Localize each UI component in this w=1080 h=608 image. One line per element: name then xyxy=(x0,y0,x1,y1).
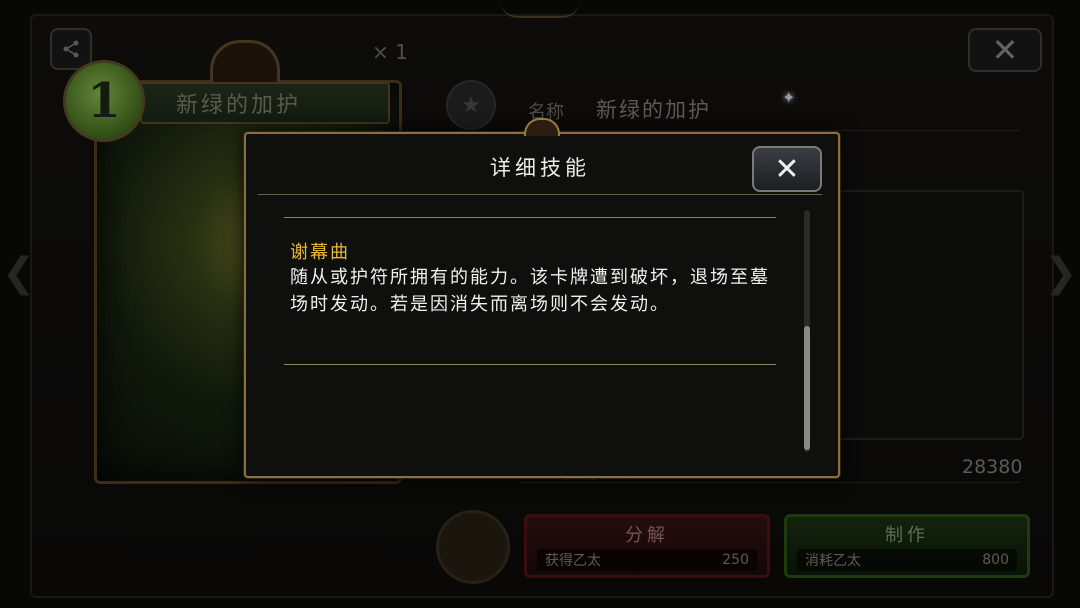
dismantle-ether-value: 250 xyxy=(722,552,749,568)
close-screen-button[interactable]: ✕ xyxy=(968,28,1042,72)
scrollbar-thumb[interactable] xyxy=(804,326,810,450)
close-icon: ✕ xyxy=(991,31,1019,69)
crest-icon xyxy=(436,510,510,584)
content-divider xyxy=(284,364,776,365)
dismantle-ether: 获得乙太 250 xyxy=(537,549,757,571)
chevron-right-icon[interactable]: ❯ xyxy=(1044,250,1078,296)
create-ether-label: 消耗乙太 xyxy=(805,553,861,569)
create-button[interactable]: 制作 消耗乙太 800 xyxy=(784,514,1030,578)
dialog-close-button[interactable]: ✕ xyxy=(752,146,822,192)
share-icon xyxy=(63,40,79,58)
top-ornament xyxy=(500,0,580,18)
content-divider xyxy=(284,217,776,218)
cost-gem: 1 xyxy=(63,60,145,142)
divider xyxy=(520,482,1020,483)
dismantle-label: 分解 xyxy=(625,525,669,546)
card-name: 新绿的加护 xyxy=(140,82,390,124)
sparkle-icon: ✦ xyxy=(782,88,796,107)
chevron-left-icon[interactable]: ❮ xyxy=(2,250,36,296)
card-count: × 1 xyxy=(372,40,408,64)
create-label: 制作 xyxy=(885,525,929,546)
create-ether-value: 800 xyxy=(982,552,1009,568)
star-icon: ★ xyxy=(461,92,481,118)
card-emblem xyxy=(210,40,280,83)
skill-name: 谢幕曲 xyxy=(290,242,350,263)
favorite-button[interactable]: ★ xyxy=(446,80,496,130)
dismantle-button[interactable]: 分解 获得乙太 250 xyxy=(524,514,770,578)
dismantle-ether-label: 获得乙太 xyxy=(545,553,601,569)
dialog-divider xyxy=(258,194,822,195)
dialog-title: 详细技能 xyxy=(490,156,590,180)
divider xyxy=(520,130,1020,131)
name-value: 新绿的加护 xyxy=(596,98,711,122)
close-icon: ✕ xyxy=(774,151,800,187)
skill-description: 随从或护符所拥有的能力。该卡牌遭到破坏，退场至墓场时发动。若是因消失而离场则不会… xyxy=(290,267,770,315)
owned-ether-value: 28380 xyxy=(962,456,1023,478)
create-ether: 消耗乙太 800 xyxy=(797,549,1017,571)
